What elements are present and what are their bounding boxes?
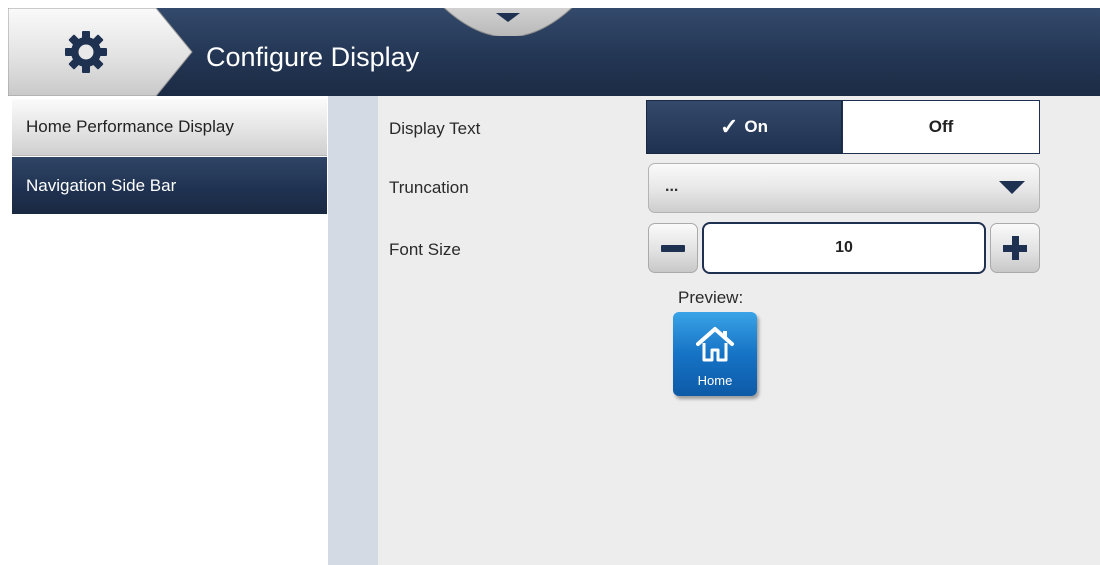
preview-label: Preview: <box>678 288 744 307</box>
truncation-value: ... <box>665 178 679 195</box>
truncation-label: Truncation <box>389 178 469 197</box>
sidebar-item-home-performance-display[interactable]: Home Performance Display <box>12 99 327 156</box>
home-icon <box>696 327 734 362</box>
font-size-increment-button[interactable] <box>990 223 1040 273</box>
panel-divider <box>328 96 378 565</box>
truncation-dropdown[interactable]: ... <box>648 163 1040 213</box>
page-title: Configure Display <box>206 42 420 72</box>
minus-icon <box>661 245 685 252</box>
settings-menu-button[interactable] <box>8 8 193 96</box>
sidebar-item-label: Home Performance Display <box>26 117 234 136</box>
home-preview-tile: Home <box>673 312 757 396</box>
display-text-on-button[interactable]: ✓ On <box>646 100 842 154</box>
app-frame: Configure Display Home Performance Displ… <box>8 8 1100 565</box>
home-tile-label: Home <box>697 373 733 388</box>
font-size-input[interactable]: 10 <box>702 222 986 274</box>
sidebar-item-label: Navigation Side Bar <box>26 175 177 195</box>
sidebar: Home Performance Display Navigation Side… <box>8 96 328 565</box>
font-size-decrement-button[interactable] <box>648 223 698 273</box>
font-size-label: Font Size <box>389 240 461 259</box>
display-text-off-button[interactable]: Off <box>842 100 1040 154</box>
on-label: On <box>744 117 769 136</box>
checkmark-icon: ✓ <box>719 114 739 139</box>
pulldown-tab[interactable] <box>438 8 578 36</box>
sidebar-item-navigation-side-bar[interactable]: Navigation Side Bar <box>12 157 327 214</box>
off-label: Off <box>928 117 954 136</box>
display-text-label: Display Text <box>389 119 481 138</box>
dropdown-arrow-icon <box>999 181 1025 194</box>
gear-icon <box>65 31 107 73</box>
